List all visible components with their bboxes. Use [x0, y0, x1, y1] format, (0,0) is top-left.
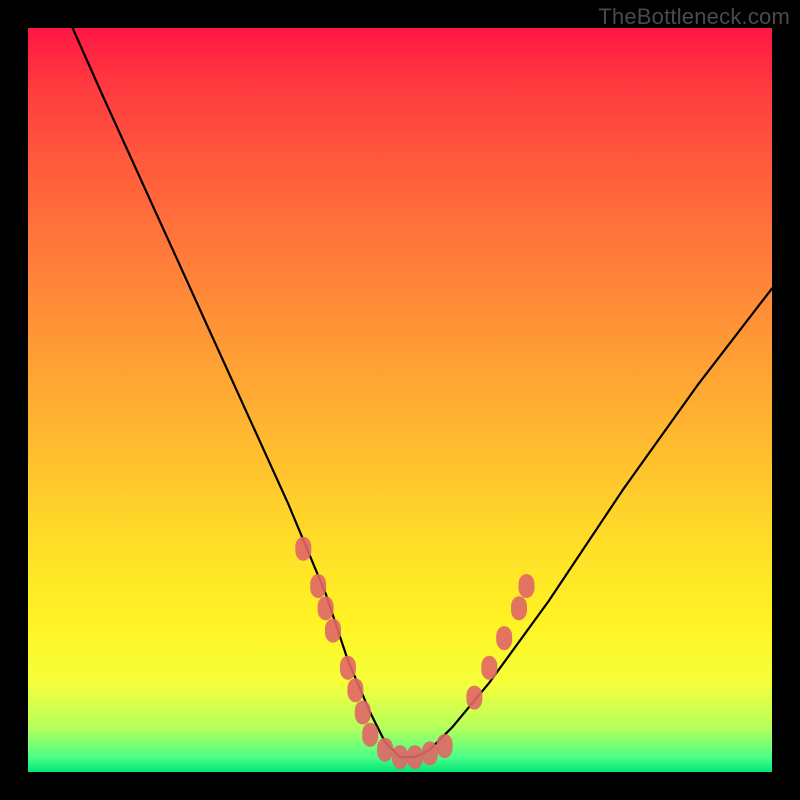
data-marker — [437, 734, 453, 758]
data-marker — [407, 745, 423, 769]
data-marker — [466, 686, 482, 710]
data-marker — [295, 537, 311, 561]
data-marker — [362, 723, 378, 747]
marker-layer — [295, 537, 534, 769]
data-marker — [340, 656, 356, 680]
chart-svg — [0, 0, 800, 800]
bottleneck-curve — [73, 28, 772, 757]
data-marker — [519, 574, 535, 598]
curve-layer — [73, 28, 772, 757]
data-marker — [310, 574, 326, 598]
data-marker — [318, 596, 334, 620]
data-marker — [496, 626, 512, 650]
data-marker — [511, 596, 527, 620]
data-marker — [392, 745, 408, 769]
data-marker — [355, 701, 371, 725]
data-marker — [422, 741, 438, 765]
data-marker — [347, 678, 363, 702]
data-marker — [481, 656, 497, 680]
data-marker — [325, 619, 341, 643]
data-marker — [377, 738, 393, 762]
